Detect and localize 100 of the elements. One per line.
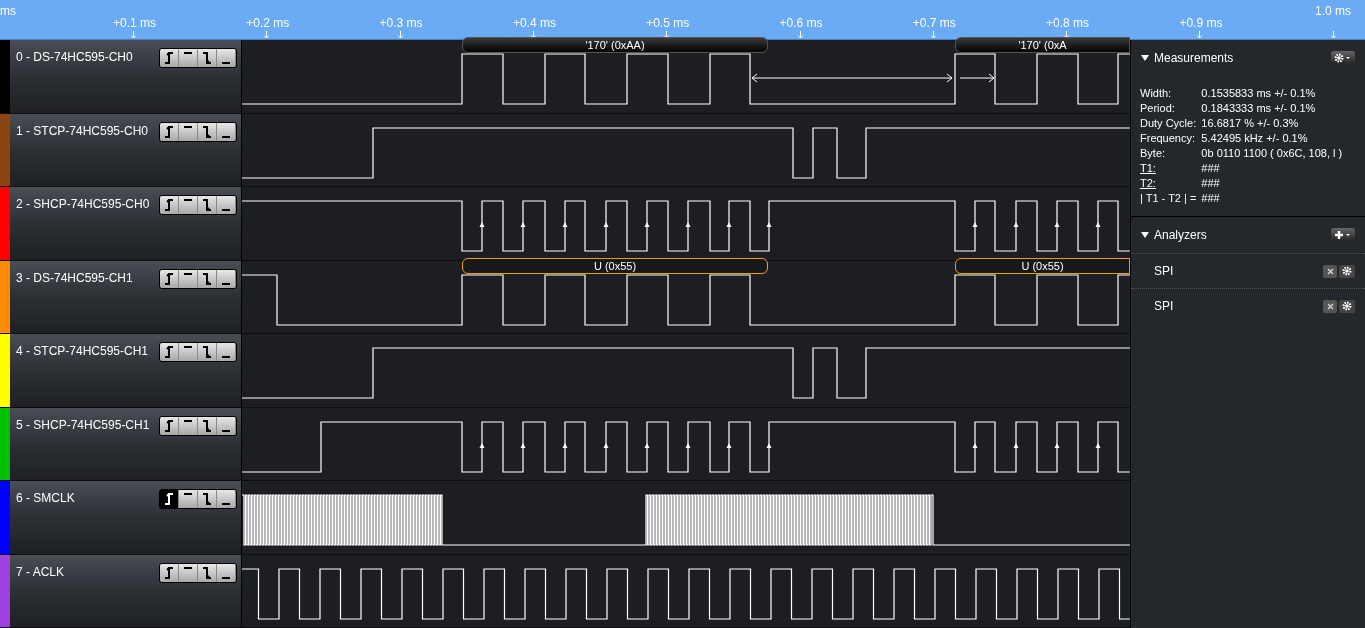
close-icon [1326,302,1334,310]
axis-tick-label: +0.3 ms [379,16,423,30]
falling-edge-icon [203,419,211,432]
collapse-triangle-icon[interactable] [1141,54,1149,62]
settings-button[interactable] [1339,299,1355,313]
tick-arrow-icon [663,31,671,39]
trigger-button[interactable] [160,343,179,361]
measurement-label: | T1 - T2 | = [1140,191,1198,206]
trigger-button[interactable] [217,49,236,67]
low-level-icon [222,429,230,432]
settings-icon [1334,53,1352,63]
trigger-button[interactable] [198,563,217,582]
panel-title: Measurements [1154,50,1234,67]
rising-edge-icon [165,419,173,432]
measurement-label: Frequency: [1140,131,1197,146]
channel-name: 0 - DS-74HC595-CH0 [16,49,133,66]
channel-name: 4 - STCP-74HC595-CH1 [16,343,149,360]
trigger-button[interactable] [160,49,179,67]
tick-arrow-icon [796,31,804,39]
high-level-icon [184,272,192,275]
channel-name: 5 - SHCP-74HC595-CH1 [16,416,150,434]
trigger-button[interactable] [179,416,198,435]
measurement-label: Duty Cycle: [1140,116,1198,131]
axis-unit-label: ms [0,3,16,20]
tick-arrow-icon [263,31,271,39]
rising-edge-icon [165,493,173,505]
analyzer-name: SPI [1154,263,1174,280]
channel-name: 7 - ACLK [16,563,65,581]
trigger-button[interactable] [217,196,236,214]
trigger-button[interactable] [160,122,179,141]
high-level-icon [184,566,192,569]
close-button[interactable] [1323,264,1337,278]
rising-edge-icon [165,566,173,579]
axis-tick-label: +0.1 ms [113,16,157,30]
close-icon [1326,267,1334,275]
trigger-button[interactable] [179,343,198,361]
trigger-button[interactable] [217,416,236,435]
falling-edge-icon [203,566,211,579]
trigger-button[interactable] [217,343,236,361]
measurement-value: 0.1535833 ms +/- 0.1% [1201,86,1317,101]
measurement-link[interactable]: T2: [1140,176,1199,191]
trigger-button[interactable] [179,269,198,288]
collapse-triangle-icon[interactable] [1141,231,1149,239]
settings-button[interactable] [1339,264,1355,278]
axis-end-label: 1.0 ms [1315,3,1351,20]
trigger-button[interactable] [217,490,236,508]
trigger-button[interactable] [198,122,217,141]
trigger-button[interactable] [160,196,179,214]
settings-icon [1342,301,1352,311]
trigger-button[interactable] [198,269,217,288]
trigger-button[interactable] [179,196,198,214]
settings-icon [1342,266,1352,276]
tick-arrow-icon [929,31,937,39]
falling-edge-icon [203,272,211,285]
measurement-link[interactable]: T1: [1140,161,1199,176]
channel-name: 2 - SHCP-74HC595-CH0 [16,196,150,213]
trigger-button[interactable] [160,563,179,582]
channel-name: 1 - STCP-74HC595-CH0 [16,122,149,140]
axis-tick-label: +0.2 ms [246,16,290,30]
falling-edge-icon [203,493,211,505]
trigger-button[interactable] [179,49,198,67]
add-button[interactable] [1331,228,1355,242]
rising-edge-icon [165,272,173,285]
trigger-button[interactable] [160,416,179,435]
tick-arrow-icon [529,31,537,39]
low-level-icon [222,282,230,285]
trigger-button[interactable] [160,490,179,508]
trigger-button[interactable] [179,563,198,582]
falling-edge-icon [203,52,211,64]
axis-tick-label: +0.8 ms [1046,16,1090,30]
tick-arrow-icon [130,31,137,39]
trigger-button[interactable] [217,269,236,288]
tick-arrow-icon [1196,31,1204,39]
falling-edge-icon [203,199,211,211]
tick-arrow-icon [1063,31,1071,39]
trigger-button[interactable] [198,196,217,214]
rising-edge-icon [165,199,173,211]
trigger-button[interactable] [198,416,217,435]
measurement-value: ### [1201,191,1221,206]
rising-edge-icon [165,125,173,138]
measurement-value: 16.6817 % +/- 0.3% [1201,116,1300,131]
settings-button[interactable] [1331,51,1355,65]
trigger-button[interactable] [179,490,198,508]
trigger-button[interactable] [198,49,217,67]
low-level-icon [222,576,230,579]
measurement-label: Byte: [1140,146,1167,161]
trigger-button[interactable] [217,563,236,582]
trigger-button[interactable] [198,490,217,508]
trigger-button[interactable] [160,269,179,288]
analyzer-name: SPI [1154,298,1174,315]
trigger-button[interactable] [217,122,236,141]
measurement-label: Period: [1140,101,1176,116]
channel-name: 6 - SMCLK [16,490,75,507]
close-button[interactable] [1323,299,1337,313]
axis-tick-label: +0.4 ms [512,16,556,30]
trigger-button[interactable] [179,122,198,141]
trigger-button[interactable] [198,343,217,361]
measurement-value: 0b 0110 1100 ( 0x6C, 108, l ) [1201,146,1344,161]
axis-tick-label: +0.5 ms [646,16,690,30]
tick-arrow-icon [1330,31,1337,39]
